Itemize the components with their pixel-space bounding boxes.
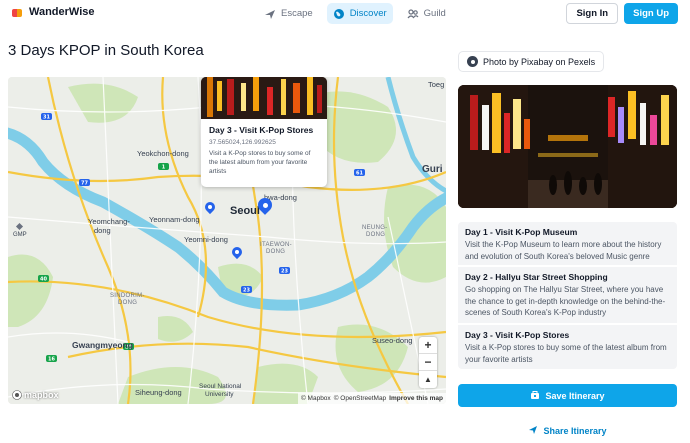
share-itinerary-label: Share Itinerary xyxy=(543,425,607,436)
improve-map-link[interactable]: Improve this map xyxy=(389,395,443,402)
mapbox-logo[interactable]: mapbox xyxy=(12,390,59,400)
map-label-neung-1: NEUNG- xyxy=(362,225,388,231)
page-title: 3 Days KPOP in South Korea xyxy=(8,42,204,59)
map-label-gwangmyeong: Gwangmyeong xyxy=(72,340,133,350)
popup-coordinates: 37.565024,126.992625 xyxy=(209,139,276,146)
hero-photo xyxy=(458,85,677,208)
itinerary-day-3[interactable]: Day 3 - Visit K-Pop Stores Visit a K-Pop… xyxy=(458,325,677,369)
svg-text:23: 23 xyxy=(281,269,288,275)
tab-escape-label: Escape xyxy=(281,8,313,19)
photo-credit-label: Photo by Pixabay on Pexels xyxy=(483,56,596,67)
save-icon xyxy=(530,390,540,402)
day-2-description: Go shopping on The Hallyu Star Street, w… xyxy=(465,285,666,317)
svg-text:31: 31 xyxy=(43,115,50,121)
map-label-snu-1: Seoul National xyxy=(199,383,242,390)
tab-discover[interactable]: Discover xyxy=(326,3,393,24)
day-2-title: Day 2 - Hallyu Star Street Shopping xyxy=(465,272,608,282)
save-itinerary-label: Save Itinerary xyxy=(545,390,605,401)
nav-tabs: Escape Discover Guild xyxy=(258,3,452,24)
svg-text:1: 1 xyxy=(162,165,166,171)
itinerary-map[interactable]: 31 77 1 61 23 23 40 16 20 1 Yeokchon-don… xyxy=(8,77,446,404)
svg-text:23: 23 xyxy=(243,288,250,294)
map-label-suseo: Suseo-dong xyxy=(372,336,413,345)
map-pin-day-3[interactable] xyxy=(255,195,275,215)
day-3-description: Visit a K-Pop stores to buy some of the … xyxy=(465,343,667,364)
top-nav: WanderWise Escape Discover Guild Sign In… xyxy=(0,0,690,28)
map-label-guri: Guri xyxy=(422,164,443,175)
popup-photo xyxy=(201,77,327,119)
map-pin-day-2[interactable] xyxy=(229,244,245,260)
map-label-yeokchon: Yeokchon-dong xyxy=(137,149,189,158)
svg-text:16: 16 xyxy=(48,357,55,363)
map-label-yeomni: Yeomni-dong xyxy=(184,235,228,244)
users-icon xyxy=(407,8,419,20)
itinerary-day-list: Day 1 - Visit K-Pop Museum Visit the K-P… xyxy=(458,222,677,371)
map-label-itaewon-2: DONG xyxy=(266,249,286,255)
mapbox-logo-text: mapbox xyxy=(24,390,59,400)
map-label-sindorim-2: DONG xyxy=(118,300,138,306)
map-label-yeonnam: Yeonnam-dong xyxy=(149,215,200,224)
map-label-toeg: Toeg xyxy=(428,80,445,89)
map-label-dong: dong xyxy=(94,226,111,235)
day-1-description: Visit the K-Pop Museum to learn more abo… xyxy=(465,240,662,261)
day-1-title: Day 1 - Visit K-Pop Museum xyxy=(465,227,578,237)
zoom-in-button[interactable]: + xyxy=(419,337,437,354)
zoom-out-button[interactable]: − xyxy=(419,354,437,371)
svg-text:61: 61 xyxy=(356,171,363,177)
map-popup: Day 3 - Visit K-Pop Stores 37.565024,126… xyxy=(201,77,327,187)
plane-icon xyxy=(264,8,276,20)
itinerary-day-2[interactable]: Day 2 - Hallyu Star Street Shopping Go s… xyxy=(458,267,677,323)
map-label-itaewon-1: ITAEWON- xyxy=(260,242,292,248)
globe-icon xyxy=(333,8,345,20)
attribution-osm[interactable]: © OpenStreetMap xyxy=(334,395,386,402)
map-label-gmp: GMP xyxy=(13,232,27,238)
compass-icon: ▲ xyxy=(424,375,432,384)
auth-buttons: Sign In Sign Up xyxy=(566,3,678,24)
compass-button[interactable]: ▲ xyxy=(419,371,437,388)
map-label-siheung: Siheung-dong xyxy=(135,388,182,397)
attribution-mapbox[interactable]: © Mapbox xyxy=(301,395,331,402)
tab-guild-label: Guild xyxy=(423,8,446,19)
share-itinerary-button[interactable]: Share Itinerary xyxy=(458,420,677,441)
map-label-sindorim-1: SINDORIM- xyxy=(110,293,145,299)
itinerary-day-1[interactable]: Day 1 - Visit K-Pop Museum Visit the K-P… xyxy=(458,222,677,265)
map-zoom-controls: + − ▲ xyxy=(419,337,437,388)
sign-in-button[interactable]: Sign In xyxy=(566,3,619,24)
map-label-yeomchang: Yeomchang- xyxy=(88,217,130,226)
sign-up-button[interactable]: Sign Up xyxy=(624,3,678,24)
map-label-snu-2: University xyxy=(205,391,234,398)
svg-text:77: 77 xyxy=(81,181,88,187)
tab-guild[interactable]: Guild xyxy=(401,3,452,24)
save-itinerary-button[interactable]: Save Itinerary xyxy=(458,384,677,407)
popup-description: Visit a K-Pop stores to buy some of the … xyxy=(209,150,311,175)
popup-title: Day 3 - Visit K-Pop Stores xyxy=(209,125,314,135)
svg-text:40: 40 xyxy=(40,277,47,283)
app-name: WanderWise xyxy=(29,6,95,18)
map-attribution: © Mapbox © OpenStreetMap Improve this ma… xyxy=(297,393,446,404)
share-icon xyxy=(528,425,538,437)
logo-icon xyxy=(12,7,23,18)
map-label-seoul: Seoul xyxy=(230,205,260,217)
map-pin-day-1[interactable] xyxy=(202,199,218,215)
brand[interactable]: WanderWise xyxy=(12,6,95,18)
camera-icon xyxy=(467,56,478,67)
photo-credit-button[interactable]: Photo by Pixabay on Pexels xyxy=(458,51,605,72)
map-label-neung-2: DONG xyxy=(366,232,386,238)
tab-escape[interactable]: Escape xyxy=(258,3,319,24)
mapbox-logo-icon xyxy=(12,390,22,400)
tab-discover-label: Discover xyxy=(349,8,387,19)
day-3-title: Day 3 - Visit K-Pop Stores xyxy=(465,330,570,340)
